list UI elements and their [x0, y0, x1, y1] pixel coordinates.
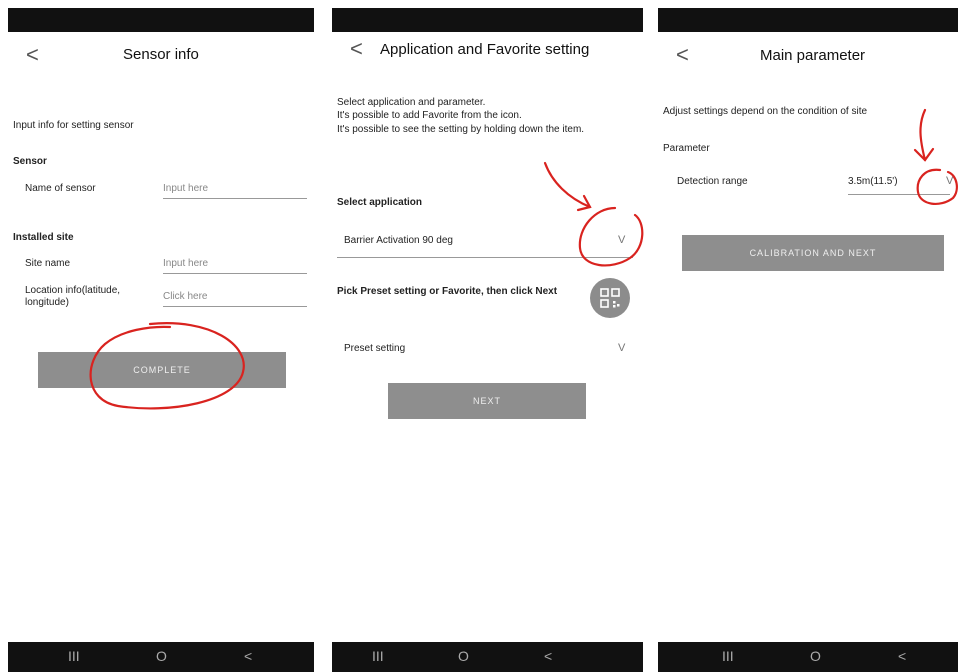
nav-recents-icon[interactable]: III	[372, 648, 384, 664]
detection-range-underline	[848, 194, 950, 195]
dropdown-chevron-icon[interactable]: V	[618, 234, 625, 246]
installed-site-section-header: Installed site	[13, 232, 74, 243]
description-line-2: It's possible to add Favorite from the i…	[337, 110, 522, 121]
pick-preset-text: Pick Preset setting or Favorite, then cl…	[337, 286, 558, 297]
nav-bar: III O <	[332, 642, 643, 672]
application-favorite-screen: < Application and Favorite setting Selec…	[332, 0, 643, 672]
nav-bar: III O <	[8, 642, 314, 672]
select-application-header: Select application	[337, 197, 423, 208]
nav-home-icon[interactable]: O	[458, 648, 469, 664]
nav-back-icon[interactable]: <	[244, 648, 252, 664]
back-chevron-icon[interactable]: <	[26, 42, 39, 68]
detection-range-value[interactable]: 3.5m(11.5')	[848, 176, 898, 187]
sensor-section-header: Sensor	[13, 156, 47, 167]
nav-back-icon[interactable]: <	[898, 648, 906, 664]
nav-back-icon[interactable]: <	[544, 648, 552, 664]
application-select-value[interactable]: Barrier Activation 90 deg	[344, 235, 453, 246]
nav-bar: III O <	[658, 642, 958, 672]
location-label-line1: Location info(latitude,	[25, 285, 121, 296]
description-line-1: Select application and parameter.	[337, 97, 486, 108]
dropdown-chevron-icon[interactable]: V	[618, 342, 625, 354]
name-of-sensor-label: Name of sensor	[25, 183, 96, 194]
qr-code-icon[interactable]	[590, 278, 630, 318]
site-name-label: Site name	[25, 258, 71, 269]
status-bar	[8, 8, 314, 32]
back-chevron-icon[interactable]: <	[676, 42, 689, 68]
status-bar	[332, 8, 643, 32]
location-info-input[interactable]: Click here	[163, 291, 307, 307]
page-title: Main parameter	[760, 47, 866, 64]
dropdown-chevron-icon[interactable]: V	[946, 175, 953, 187]
description-text: Adjust settings depend on the condition …	[663, 106, 868, 117]
page-title: Application and Favorite setting	[380, 41, 590, 58]
main-parameter-screen: < Main parameter Adjust settings depend …	[658, 0, 958, 672]
nav-home-icon[interactable]: O	[810, 648, 821, 664]
name-of-sensor-input[interactable]: Input here	[163, 183, 307, 199]
nav-recents-icon[interactable]: III	[722, 648, 734, 664]
page-title: Sensor info	[123, 46, 199, 63]
back-chevron-icon[interactable]: <	[350, 36, 363, 62]
divider	[337, 257, 633, 258]
nav-home-icon[interactable]: O	[156, 648, 167, 664]
nav-recents-icon[interactable]: III	[68, 648, 80, 664]
calibration-and-next-button[interactable]: CALIBRATION AND NEXT	[682, 235, 944, 271]
status-bar	[658, 8, 958, 32]
next-button[interactable]: NEXT	[388, 383, 586, 419]
detection-range-label: Detection range	[677, 176, 748, 187]
complete-button[interactable]: COMPLETE	[38, 352, 286, 388]
preset-setting-select-value[interactable]: Preset setting	[344, 343, 405, 354]
parameter-header: Parameter	[663, 143, 710, 154]
intro-text: Input info for setting sensor	[13, 120, 134, 131]
location-label-line2: longitude)	[25, 297, 69, 308]
sensor-info-screen: < Sensor info Input info for setting sen…	[8, 0, 314, 672]
site-name-input[interactable]: Input here	[163, 258, 307, 274]
description-line-3: It's possible to see the setting by hold…	[337, 124, 585, 135]
